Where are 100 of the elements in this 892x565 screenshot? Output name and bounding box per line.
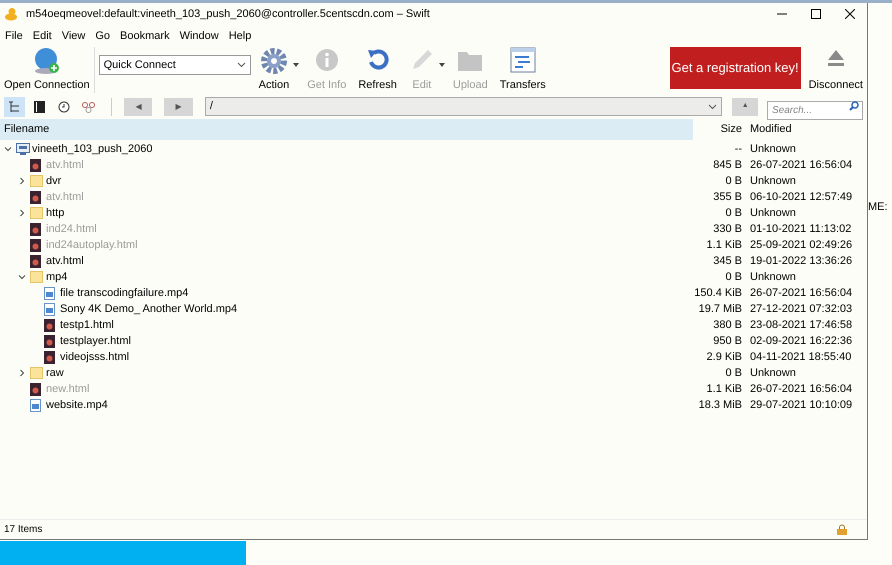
file-name[interactable]: file transcodingfailure.mp4 xyxy=(60,284,188,302)
modified-date: 23-08-2021 17:46:58 xyxy=(749,318,852,333)
file-name[interactable]: testplayer.html xyxy=(60,332,131,350)
chevron-down-icon[interactable] xyxy=(18,273,26,281)
modified-date: Unknown xyxy=(749,174,796,189)
folder-icon xyxy=(30,367,43,379)
chevron-down-icon[interactable] xyxy=(4,145,12,153)
document-icon xyxy=(30,238,41,252)
file-size: 19.7 MiB xyxy=(698,302,742,317)
desktop-text: ME: xyxy=(868,200,888,215)
modified-date: Unknown xyxy=(749,142,796,157)
modified-date: 26-07-2021 16:56:04 xyxy=(749,286,852,301)
view-toggle[interactable] xyxy=(4,96,25,116)
chevron-down-icon xyxy=(236,62,246,68)
search-field[interactable]: Search... xyxy=(766,101,863,120)
document-icon xyxy=(30,254,41,268)
column-header[interactable]: Filename xyxy=(0,119,693,140)
network-icon xyxy=(82,100,96,112)
chevron-down-icon xyxy=(708,104,718,110)
file-size: 380 B xyxy=(712,318,742,333)
toolbar-button[interactable]: Refresh xyxy=(354,47,401,93)
file-name[interactable]: vineeth_103_push_2060 xyxy=(32,140,153,158)
menu-item[interactable]: Window xyxy=(174,28,224,44)
window-title: m54oeqmeovel:default:vineeth_103_push_2060@controller.5centscdn.com – Swift xyxy=(26,6,430,22)
document-icon xyxy=(30,222,41,236)
file-size: 345 B xyxy=(712,254,742,269)
modified-date: 29-07-2021 10:10:09 xyxy=(749,398,852,413)
column-header[interactable]: Modified xyxy=(742,121,792,138)
chevron-right-icon[interactable] xyxy=(18,177,26,185)
modified-date: 25-09-2021 02:49:26 xyxy=(749,238,852,253)
open-connection-button[interactable]: Open Connection xyxy=(4,47,95,93)
file-size: 330 B xyxy=(712,222,742,237)
file-name[interactable]: raw xyxy=(46,364,64,382)
file-size: 1.1 KiB xyxy=(706,238,742,253)
file-size: -- xyxy=(734,142,742,157)
disconnect-button[interactable]: Disconnect xyxy=(804,47,867,93)
modified-date: 19-01-2022 13:36:26 xyxy=(749,254,852,269)
path-field[interactable]: / xyxy=(204,97,722,116)
video-file-icon xyxy=(44,286,55,300)
search-icon xyxy=(848,101,859,111)
toolbar-button[interactable]: Action xyxy=(254,47,294,93)
file-name[interactable]: mp4 xyxy=(46,268,68,286)
close-icon xyxy=(845,9,855,19)
file-size: 0 B xyxy=(724,206,742,221)
file-size: 950 B xyxy=(712,334,742,349)
document-icon xyxy=(30,158,41,172)
file-size: 2.9 KiB xyxy=(706,350,742,365)
video-file-icon xyxy=(44,302,55,316)
file-name[interactable]: testp1.html xyxy=(60,316,114,334)
file-name[interactable]: dvr xyxy=(46,172,62,190)
modified-date: Unknown xyxy=(749,206,796,221)
modified-date: 26-07-2021 16:56:04 xyxy=(749,382,852,397)
file-size: 0 B xyxy=(724,366,742,381)
document-icon xyxy=(30,382,41,396)
dropdown-arrow-icon[interactable] xyxy=(293,63,300,67)
menu-item[interactable]: View xyxy=(56,28,90,44)
chevron-right-icon[interactable] xyxy=(18,369,26,377)
modified-date: 02-09-2021 16:22:36 xyxy=(749,334,852,349)
menu-item[interactable]: File xyxy=(0,28,28,44)
file-size: 150.4 KiB xyxy=(693,286,742,301)
clock-icon xyxy=(58,100,70,112)
forward-button[interactable]: ▶ xyxy=(164,98,193,116)
folder-icon xyxy=(30,207,43,219)
chevron-right-icon[interactable] xyxy=(18,209,26,217)
file-size: 0 B xyxy=(724,174,742,189)
folder-icon xyxy=(30,175,43,187)
file-name[interactable]: atv.html xyxy=(46,252,84,270)
file-name[interactable]: website.mp4 xyxy=(46,396,108,414)
back-button[interactable]: ◀ xyxy=(124,98,152,116)
column-header[interactable]: Size xyxy=(693,121,742,138)
book-icon xyxy=(34,100,45,112)
document-icon xyxy=(44,350,55,364)
modified-date: 04-11-2021 18:55:40 xyxy=(749,350,852,365)
modified-date: 01-10-2021 11:13:02 xyxy=(749,222,852,237)
registration-button[interactable]: Get a registration key! xyxy=(670,47,801,89)
document-icon xyxy=(30,190,41,204)
file-size: 0 B xyxy=(724,270,742,285)
document-icon xyxy=(44,318,55,332)
status-text: 17 Items xyxy=(4,523,42,537)
modified-date: 06-10-2021 12:57:49 xyxy=(749,190,852,205)
menu-item[interactable]: Go xyxy=(90,28,116,44)
modified-date: 27-12-2021 07:32:03 xyxy=(749,302,852,317)
menu-item[interactable]: Bookmark xyxy=(115,28,175,44)
file-name[interactable]: http xyxy=(46,204,64,222)
quick-connect-dropdown[interactable]: Quick Connect xyxy=(98,55,251,75)
file-name[interactable]: videojsss.html xyxy=(60,348,130,366)
menu-item[interactable]: Help xyxy=(224,28,256,44)
server-icon xyxy=(16,143,30,155)
lock-icon xyxy=(837,524,847,535)
info-icon xyxy=(314,47,340,73)
tree-icon xyxy=(8,100,20,112)
file-size: 355 B xyxy=(712,190,742,205)
modified-date: 26-07-2021 16:56:04 xyxy=(749,158,852,173)
maximize-icon xyxy=(811,9,821,19)
folder-icon xyxy=(30,271,43,283)
toolbar-button[interactable]: Transfers xyxy=(496,47,550,93)
globe-icon xyxy=(32,47,61,75)
file-size: 18.3 MiB xyxy=(698,398,742,413)
menu-item[interactable]: Edit xyxy=(28,28,57,44)
file-name[interactable]: Sony 4K Demo_ Another World.mp4 xyxy=(60,300,238,318)
